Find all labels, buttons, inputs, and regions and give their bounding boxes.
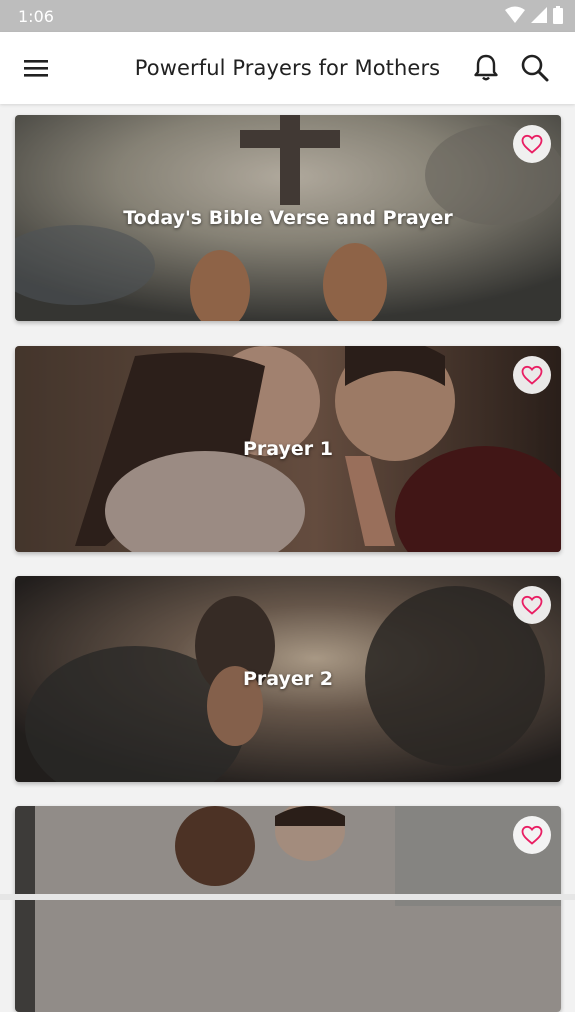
card-title: Today's Bible Verse and Prayer xyxy=(123,207,453,229)
card-todays-verse[interactable]: Today's Bible Verse and Prayer xyxy=(15,115,561,321)
card-title: Prayer 1 xyxy=(242,438,333,460)
favorite-button[interactable] xyxy=(513,816,551,854)
signal-icon xyxy=(531,7,547,23)
status-icons xyxy=(505,6,563,24)
bottom-edge xyxy=(0,894,575,900)
card-prayer-1[interactable]: Prayer 1 xyxy=(15,346,561,552)
favorite-button[interactable] xyxy=(513,586,551,624)
wifi-icon xyxy=(505,6,525,23)
search-icon xyxy=(521,54,549,82)
card-overlay xyxy=(15,806,561,1012)
favorite-button[interactable] xyxy=(513,356,551,394)
status-time: 1:06 xyxy=(18,7,54,26)
favorite-button[interactable] xyxy=(513,125,551,163)
heart-outline-icon xyxy=(521,595,543,615)
card-title: Prayer 2 xyxy=(242,668,333,690)
card-prayer-3[interactable] xyxy=(15,806,561,1012)
search-button[interactable] xyxy=(518,52,552,84)
status-bar: 1:06 xyxy=(0,0,575,32)
heart-outline-icon xyxy=(521,825,543,845)
app-bar: Powerful Prayers for Mothers xyxy=(0,32,575,104)
heart-outline-icon xyxy=(521,365,543,385)
heart-outline-icon xyxy=(521,134,543,154)
bell-icon xyxy=(474,54,498,81)
prayer-list: Today's Bible Verse and Prayer Prayer 1 … xyxy=(0,104,575,1012)
battery-icon xyxy=(553,6,563,24)
card-prayer-2[interactable]: Prayer 2 xyxy=(15,576,561,782)
notifications-button[interactable] xyxy=(470,52,502,84)
